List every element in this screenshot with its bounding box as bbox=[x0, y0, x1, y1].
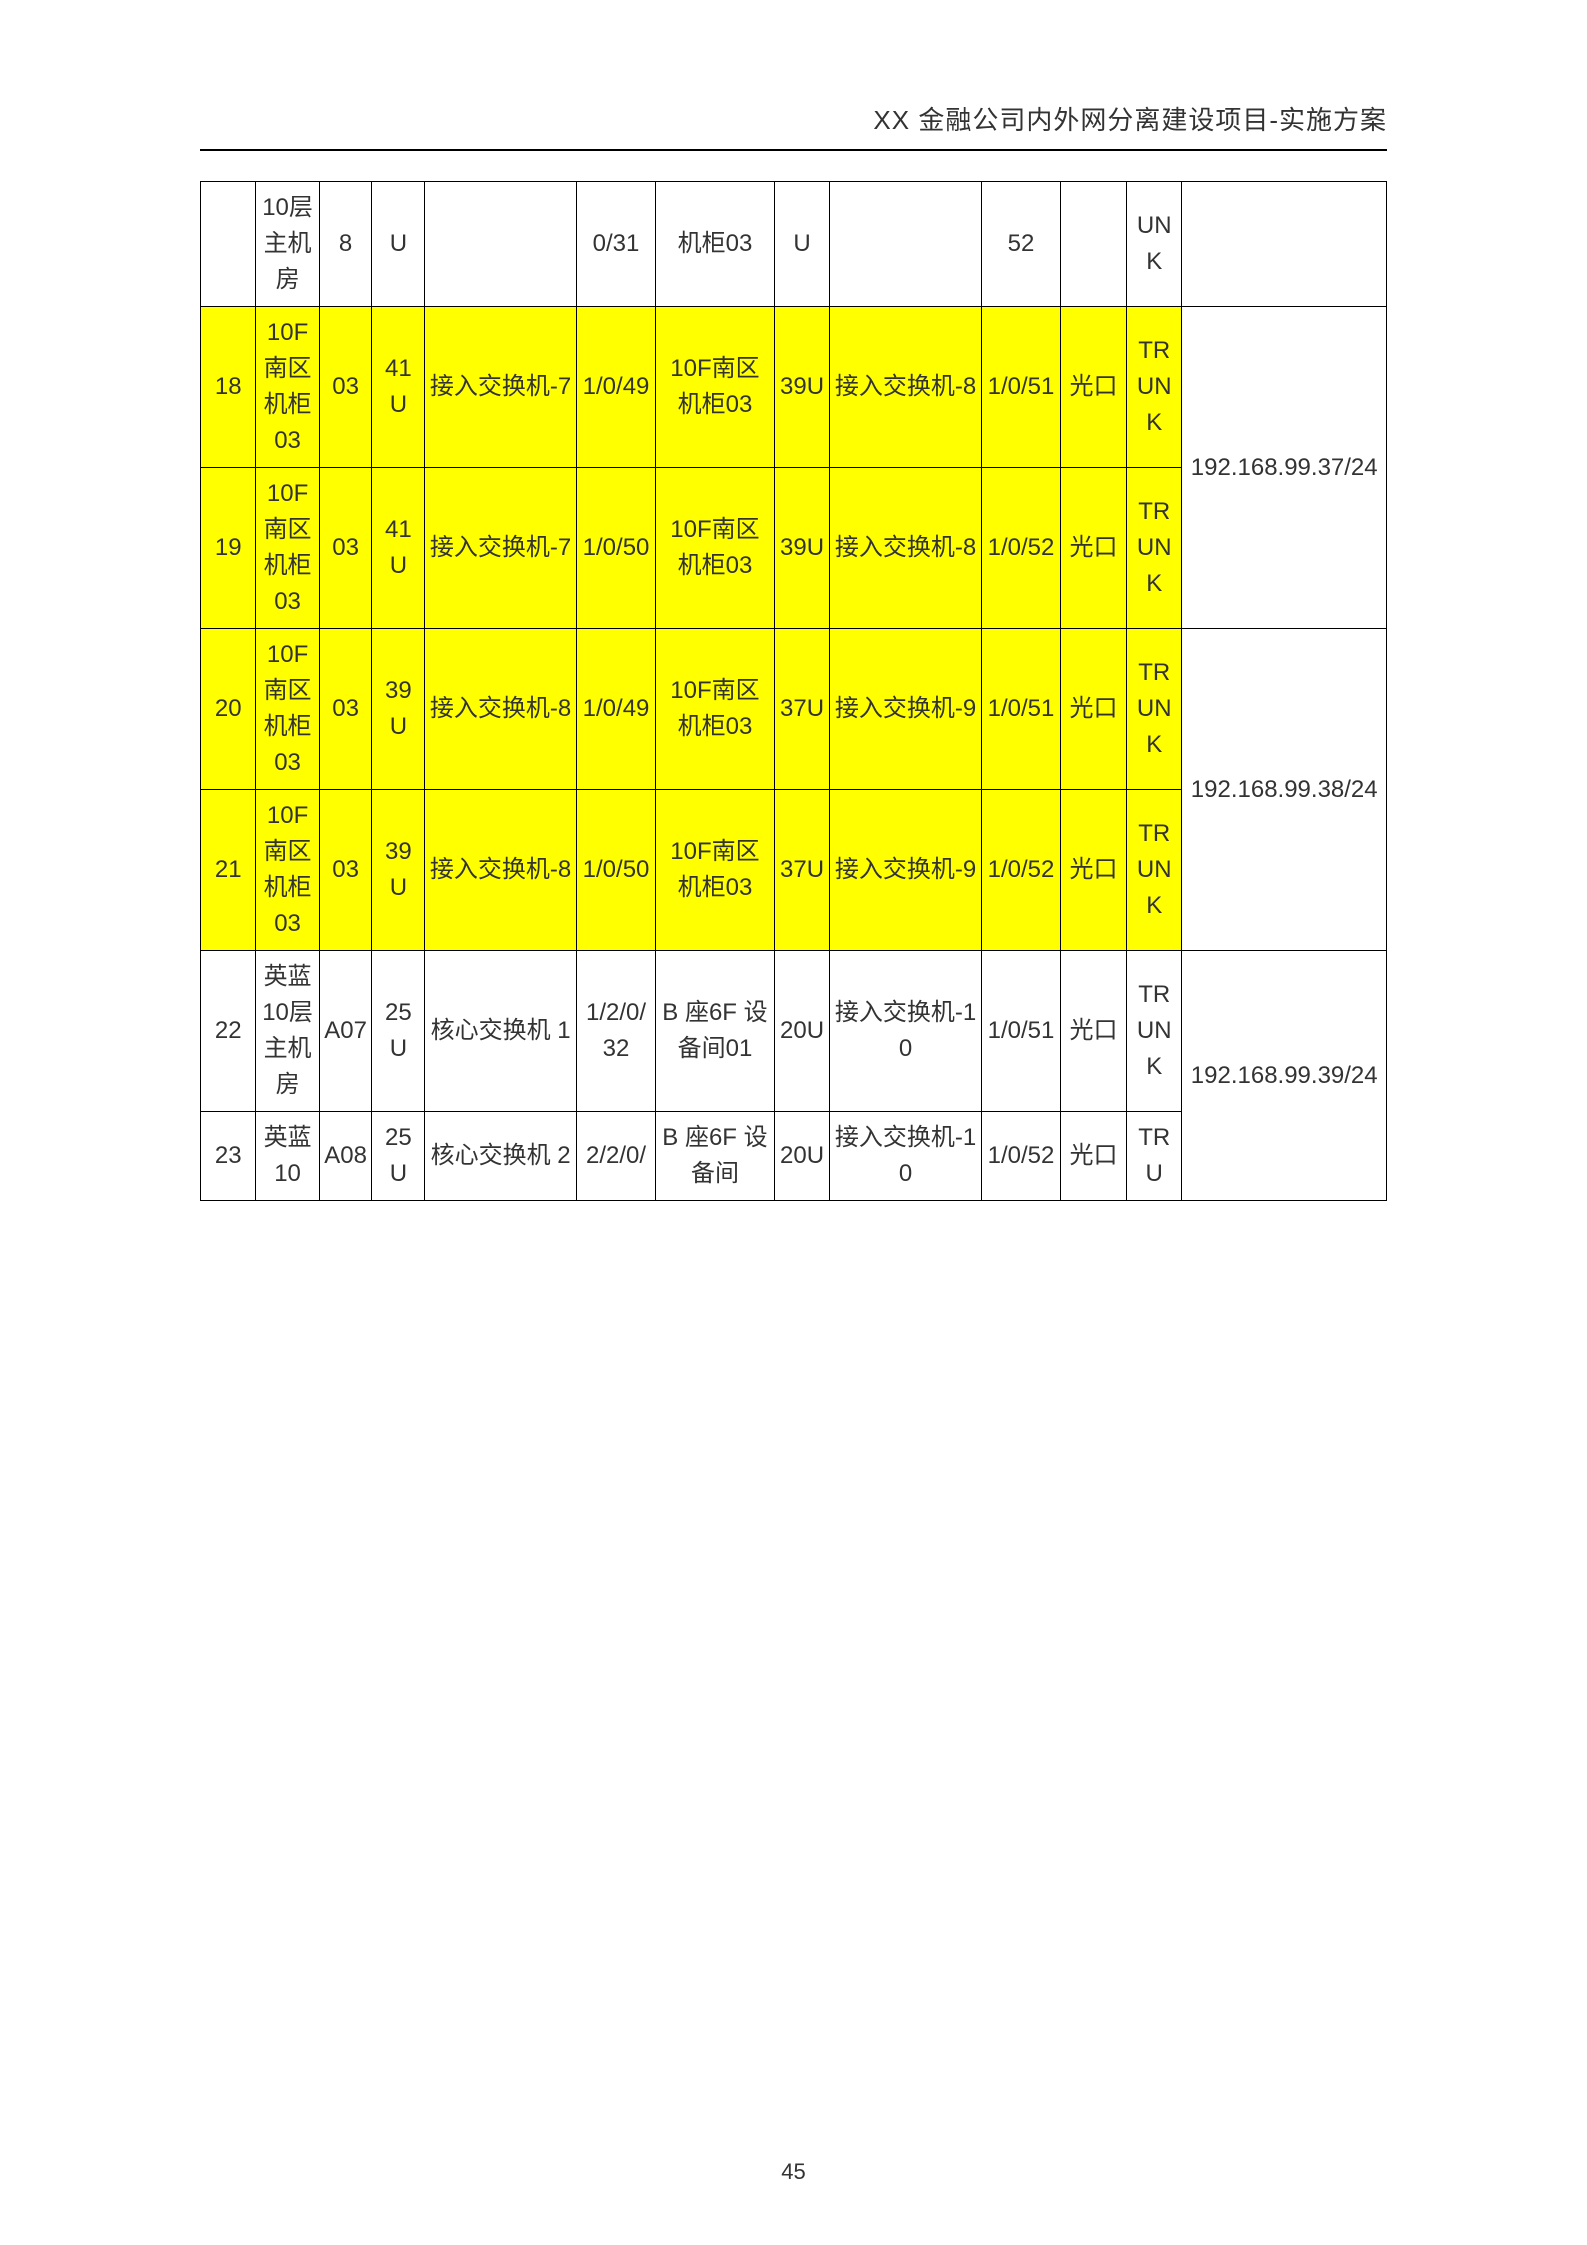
table-row: 10层主机房8U0/31机柜03U52UNK bbox=[201, 182, 1387, 307]
table-cell: 8 bbox=[319, 182, 372, 307]
table-cell: 英蓝10层主机房 bbox=[256, 951, 319, 1112]
table-cell: 1/0/50 bbox=[576, 790, 655, 951]
table-cell: 机柜03 bbox=[656, 182, 775, 307]
table-cell: 03 bbox=[319, 468, 372, 629]
table-cell: 39U bbox=[774, 307, 829, 468]
table-cell: 光口 bbox=[1061, 1112, 1127, 1201]
table-cell: 1/0/51 bbox=[981, 951, 1060, 1112]
table-cell: 39U bbox=[372, 790, 425, 951]
table-cell: 核心交换机 2 bbox=[425, 1112, 577, 1201]
table-cell: 25U bbox=[372, 1112, 425, 1201]
table-cell: B 座6F 设备间 bbox=[656, 1112, 775, 1201]
table-cell: 37U bbox=[774, 790, 829, 951]
table-cell: B 座6F 设备间01 bbox=[656, 951, 775, 1112]
table-cell: U bbox=[774, 182, 829, 307]
table-cell: 接入交换机-8 bbox=[830, 307, 982, 468]
table-cell: 37U bbox=[774, 629, 829, 790]
table-cell: 41U bbox=[372, 307, 425, 468]
table-cell: 23 bbox=[201, 1112, 256, 1201]
table-cell: 接入交换机-9 bbox=[830, 790, 982, 951]
table-cell: TRUNK bbox=[1127, 790, 1182, 951]
table-cell bbox=[1182, 182, 1387, 307]
table-cell: 20 bbox=[201, 629, 256, 790]
table-cell: 1/0/49 bbox=[576, 629, 655, 790]
table-cell: 19 bbox=[201, 468, 256, 629]
table-cell: 03 bbox=[319, 307, 372, 468]
table-cell: 1/0/51 bbox=[981, 307, 1060, 468]
table-cell: 接入交换机-7 bbox=[425, 468, 577, 629]
table-cell: 1/0/49 bbox=[576, 307, 655, 468]
table-cell: 41U bbox=[372, 468, 425, 629]
table-cell: 192.168.99.39/24 bbox=[1182, 951, 1387, 1201]
table-cell: 10F南区机柜03 bbox=[256, 790, 319, 951]
page-number: 45 bbox=[781, 2159, 805, 2185]
table-cell: 10F南区机柜03 bbox=[656, 629, 775, 790]
table-cell: 10F南区机柜03 bbox=[256, 468, 319, 629]
table-cell: 52 bbox=[981, 182, 1060, 307]
table-cell: 接入交换机-7 bbox=[425, 307, 577, 468]
table-cell: 0/31 bbox=[576, 182, 655, 307]
table-cell: 10F南区机柜03 bbox=[256, 629, 319, 790]
table-cell: 22 bbox=[201, 951, 256, 1112]
table-cell: 18 bbox=[201, 307, 256, 468]
table-cell bbox=[830, 182, 982, 307]
table-cell: 192.168.99.38/24 bbox=[1182, 629, 1387, 951]
table-cell: TRUNK bbox=[1127, 629, 1182, 790]
table-cell: 39U bbox=[774, 468, 829, 629]
table-cell: U bbox=[372, 182, 425, 307]
table-cell: 10F南区机柜03 bbox=[656, 307, 775, 468]
table-cell: 03 bbox=[319, 629, 372, 790]
table-row: 2010F南区机柜030339U接入交换机-81/0/4910F南区机柜0337… bbox=[201, 629, 1387, 790]
table-cell: TRUNK bbox=[1127, 307, 1182, 468]
table-cell: 10F南区机柜03 bbox=[656, 790, 775, 951]
table-cell: 20U bbox=[774, 951, 829, 1112]
table-cell: 光口 bbox=[1061, 629, 1127, 790]
table-cell: 接入交换机-10 bbox=[830, 1112, 982, 1201]
table-cell: 192.168.99.37/24 bbox=[1182, 307, 1387, 629]
table-cell: 39U bbox=[372, 629, 425, 790]
page-header-title: XX 金融公司内外网分离建设项目-实施方案 bbox=[200, 100, 1387, 151]
table-row: 22英蓝10层主机房A0725U核心交换机 11/2/0/32B 座6F 设备间… bbox=[201, 951, 1387, 1112]
table-cell: 接入交换机-8 bbox=[425, 790, 577, 951]
table-cell: 1/0/52 bbox=[981, 790, 1060, 951]
table-cell: 1/0/50 bbox=[576, 468, 655, 629]
table-cell: TRUNK bbox=[1127, 951, 1182, 1112]
table-cell: A08 bbox=[319, 1112, 372, 1201]
table-cell bbox=[425, 182, 577, 307]
table-cell: 英蓝10 bbox=[256, 1112, 319, 1201]
table-cell: 03 bbox=[319, 790, 372, 951]
table-cell: 1/2/0/32 bbox=[576, 951, 655, 1112]
table-cell: UNK bbox=[1127, 182, 1182, 307]
table-row: 1810F南区机柜030341U接入交换机-71/0/4910F南区机柜0339… bbox=[201, 307, 1387, 468]
table-cell: 1/0/52 bbox=[981, 468, 1060, 629]
table-cell: 光口 bbox=[1061, 951, 1127, 1112]
table-cell: 接入交换机-10 bbox=[830, 951, 982, 1112]
table-cell: 20U bbox=[774, 1112, 829, 1201]
table-cell: 光口 bbox=[1061, 307, 1127, 468]
table-cell: 接入交换机-9 bbox=[830, 629, 982, 790]
table-cell: 光口 bbox=[1061, 790, 1127, 951]
network-config-table: 10层主机房8U0/31机柜03U52UNK1810F南区机柜030341U接入… bbox=[200, 181, 1387, 1201]
table-cell: TRU bbox=[1127, 1112, 1182, 1201]
table-cell: A07 bbox=[319, 951, 372, 1112]
table-cell: 接入交换机-8 bbox=[425, 629, 577, 790]
table-cell: 光口 bbox=[1061, 468, 1127, 629]
table-cell: 25U bbox=[372, 951, 425, 1112]
table-cell: 1/0/52 bbox=[981, 1112, 1060, 1201]
table-cell: 10层主机房 bbox=[256, 182, 319, 307]
table-cell: 10F南区机柜03 bbox=[256, 307, 319, 468]
table-cell: 21 bbox=[201, 790, 256, 951]
table-cell: 1/0/51 bbox=[981, 629, 1060, 790]
table-cell: TRUNK bbox=[1127, 468, 1182, 629]
table-cell: 10F南区机柜03 bbox=[656, 468, 775, 629]
table-cell: 接入交换机-8 bbox=[830, 468, 982, 629]
table-cell: 核心交换机 1 bbox=[425, 951, 577, 1112]
table-cell: 2/2/0/ bbox=[576, 1112, 655, 1201]
table-cell bbox=[1061, 182, 1127, 307]
table-cell bbox=[201, 182, 256, 307]
